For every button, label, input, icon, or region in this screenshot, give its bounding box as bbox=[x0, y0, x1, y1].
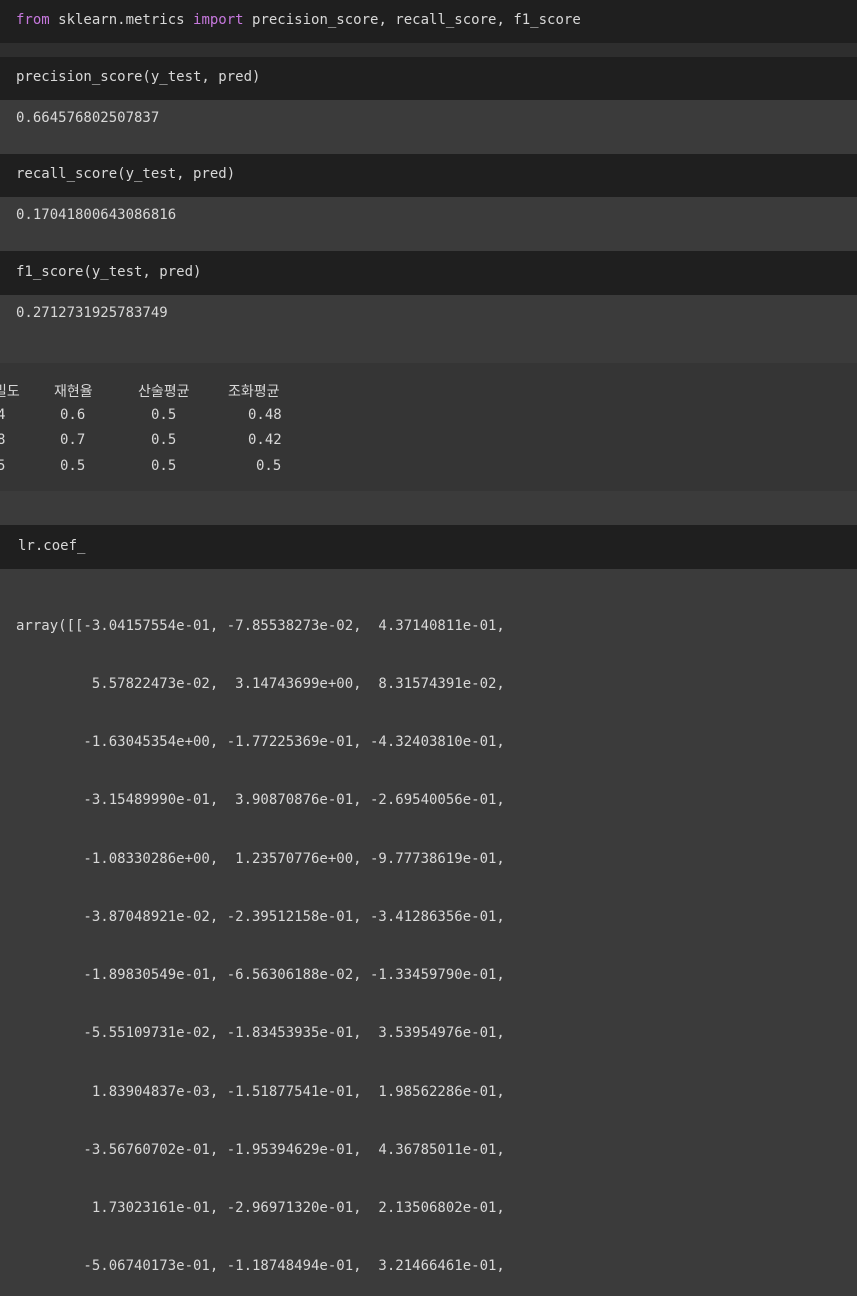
module-name: sklearn.metrics bbox=[49, 12, 194, 28]
table-cell: 0.5 bbox=[60, 458, 86, 474]
table-cell: 0.5 bbox=[151, 432, 177, 448]
coef-line: -3.15489990e-01, 3.90870876e-01, -2.6954… bbox=[16, 792, 505, 809]
coef-line: 5.57822473e-02, 3.14743699e+00, 8.315743… bbox=[16, 676, 505, 693]
table-cell: 0.48 bbox=[248, 407, 282, 423]
table-cell: 0.5 bbox=[151, 458, 177, 474]
table-header-arith-mean: 산술평균 bbox=[138, 384, 190, 400]
coef-line: -3.56760702e-01, -1.95394629e-01, 4.3678… bbox=[16, 1141, 505, 1158]
coef-line: -1.08330286e+00, 1.23570776e+00, -9.7773… bbox=[16, 850, 505, 867]
code-cell-coef[interactable]: lr.coef_ bbox=[0, 525, 857, 569]
table-cell: 0.6 bbox=[60, 407, 86, 423]
table-cell: 0.5 bbox=[151, 407, 177, 423]
cell-gap bbox=[0, 43, 857, 57]
code-cell-import[interactable]: from sklearn.metrics import precision_sc… bbox=[0, 0, 857, 43]
coef-output: array([[-3.04157554e-01, -7.85538273e-02… bbox=[16, 578, 505, 1296]
code-cell-f1[interactable]: f1_score(y_test, pred) bbox=[0, 251, 857, 295]
output-cell-precision: 0.664576802507837 bbox=[0, 100, 857, 154]
keyword-import: import bbox=[193, 12, 244, 28]
table-header-harmonic-mean: 조화평균 bbox=[228, 384, 280, 400]
table-cell: 5 bbox=[0, 458, 6, 474]
coef-line: array([[-3.04157554e-01, -7.85538273e-02… bbox=[16, 617, 505, 634]
coef-line: -1.63045354e+00, -1.77225369e-01, -4.324… bbox=[16, 734, 505, 751]
code-f1: f1_score(y_test, pred) bbox=[16, 264, 202, 280]
coef-line: -3.87048921e-02, -2.39512158e-01, -3.412… bbox=[16, 908, 505, 925]
table-cell: 0.7 bbox=[60, 432, 86, 448]
code-recall: recall_score(y_test, pred) bbox=[16, 166, 236, 182]
coef-line: -5.06740173e-01, -1.18748494e-01, 3.2146… bbox=[16, 1258, 505, 1275]
table-cell: 8 bbox=[0, 432, 6, 448]
output-f1: 0.2712731925783749 bbox=[16, 305, 168, 321]
coef-line: -1.89830549e-01, -6.56306188e-02, -1.334… bbox=[16, 967, 505, 984]
code-import-line: from sklearn.metrics import precision_sc… bbox=[16, 12, 581, 28]
output-recall: 0.17041800643086816 bbox=[16, 207, 177, 223]
output-cell-f1: 0.2712731925783749 bbox=[0, 295, 857, 363]
coef-line: 1.83904837e-03, -1.51877541e-01, 1.98562… bbox=[16, 1083, 505, 1100]
table-cell: 0.42 bbox=[248, 432, 282, 448]
coef-line: -5.55109731e-02, -1.83453935e-01, 3.5395… bbox=[16, 1025, 505, 1042]
table-header-density: 밀도 bbox=[0, 384, 20, 400]
output-cell-recall: 0.17041800643086816 bbox=[0, 197, 857, 251]
code-cell-precision[interactable]: precision_score(y_test, pred) bbox=[0, 57, 857, 100]
table-header-recall: 재현율 bbox=[54, 384, 93, 400]
metrics-table: 밀도 재현율 산술평균 조화평균 4 0.6 0.5 0.48 8 0.7 0.… bbox=[0, 365, 300, 491]
keyword-from: from bbox=[16, 12, 50, 28]
table-cell: 4 bbox=[0, 407, 6, 423]
coef-line: 1.73023161e-01, -2.96971320e-01, 2.13506… bbox=[16, 1200, 505, 1216]
cell-gap bbox=[0, 491, 857, 525]
code-precision: precision_score(y_test, pred) bbox=[16, 69, 261, 85]
code-coef: lr.coef_ bbox=[18, 538, 86, 554]
code-cell-recall[interactable]: recall_score(y_test, pred) bbox=[0, 154, 857, 197]
output-precision: 0.664576802507837 bbox=[16, 110, 160, 126]
table-cell: 0.5 bbox=[256, 458, 282, 474]
import-names: precision_score, recall_score, f1_score bbox=[243, 12, 581, 28]
